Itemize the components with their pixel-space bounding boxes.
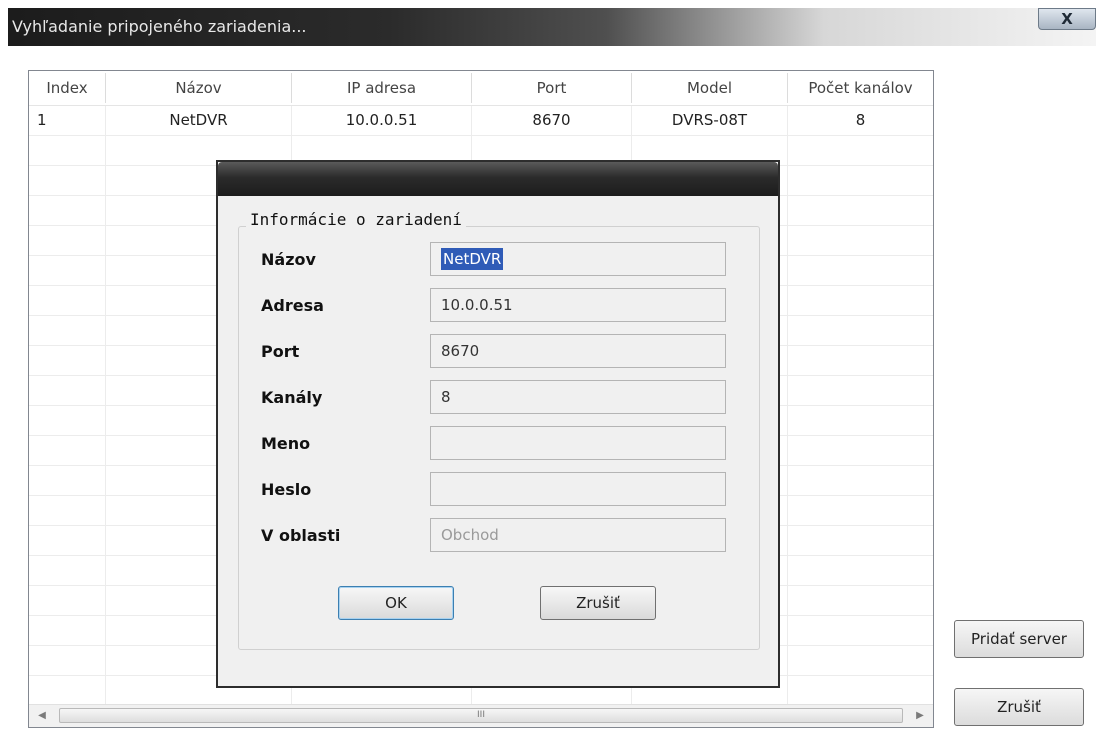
cell-name: NetDVR xyxy=(169,111,228,129)
column-header-index[interactable]: Index xyxy=(29,71,105,105)
window-titlebar[interactable]: Vyhľadanie pripojeného zariadenia... X xyxy=(8,8,1096,46)
dialog-cancel-button[interactable]: Zrušiť xyxy=(540,586,656,620)
group-title: Informácie o zariadení xyxy=(246,210,466,229)
close-icon: X xyxy=(1061,9,1073,28)
cell-index: 1 xyxy=(37,111,47,129)
ok-button[interactable]: OK xyxy=(338,586,454,620)
list-header: Index Názov IP adresa Port Model Počet k… xyxy=(29,71,933,106)
cancel-button[interactable]: Zrušiť xyxy=(954,688,1084,726)
channels-input[interactable]: 8 xyxy=(430,380,726,414)
column-header-model[interactable]: Model xyxy=(632,71,787,105)
device-search-window: Vyhľadanie pripojeného zariadenia... X I… xyxy=(0,0,1096,746)
grid-line xyxy=(105,71,106,705)
name-input[interactable]: NetDVR xyxy=(430,242,726,276)
password-input[interactable] xyxy=(430,472,726,506)
label-password: Heslo xyxy=(261,480,312,499)
address-input[interactable]: 10.0.0.51 xyxy=(430,288,726,322)
horizontal-scrollbar[interactable]: ◀ III ▶ xyxy=(29,704,933,727)
window-title: Vyhľadanie pripojeného zariadenia... xyxy=(12,17,307,36)
cell-port: 8670 xyxy=(532,111,571,129)
area-input[interactable]: Obchod xyxy=(430,518,726,552)
column-header-port[interactable]: Port xyxy=(472,71,631,105)
column-header-channels[interactable]: Počet kanálov xyxy=(788,71,933,105)
cell-channels: 8 xyxy=(855,111,866,129)
add-server-button[interactable]: Pridať server xyxy=(954,620,1084,658)
table-row[interactable]: 1 NetDVR 10.0.0.51 8670 DVRS-08T 8 xyxy=(29,105,933,135)
scroll-left-arrow-icon[interactable]: ◀ xyxy=(31,705,53,727)
name-value: NetDVR xyxy=(441,248,504,270)
port-input[interactable]: 8670 xyxy=(430,334,726,368)
label-area: V oblasti xyxy=(261,526,341,545)
close-button[interactable]: X xyxy=(1038,8,1096,30)
device-info-dialog: Informácie o zariadení Názov NetDVR Adre… xyxy=(216,160,780,688)
grid-line xyxy=(29,135,933,136)
scroll-right-arrow-icon[interactable]: ▶ xyxy=(909,705,931,727)
cell-model: DVRS-08T xyxy=(671,111,748,129)
cell-ip: 10.0.0.51 xyxy=(345,111,418,129)
dialog-titlebar[interactable] xyxy=(218,162,778,196)
grid-line xyxy=(787,71,788,705)
label-address: Adresa xyxy=(261,296,324,315)
scroll-grip-icon: III xyxy=(477,710,485,720)
label-username: Meno xyxy=(261,434,311,453)
username-input[interactable] xyxy=(430,426,726,460)
column-header-name[interactable]: Názov xyxy=(106,71,291,105)
column-header-ip[interactable]: IP adresa xyxy=(292,71,471,105)
scroll-thumb[interactable]: III xyxy=(59,708,903,723)
label-port: Port xyxy=(261,342,300,361)
dialog-body: Informácie o zariadení Názov NetDVR Adre… xyxy=(218,196,778,686)
label-name: Názov xyxy=(261,250,316,269)
label-channels: Kanály xyxy=(261,388,323,407)
